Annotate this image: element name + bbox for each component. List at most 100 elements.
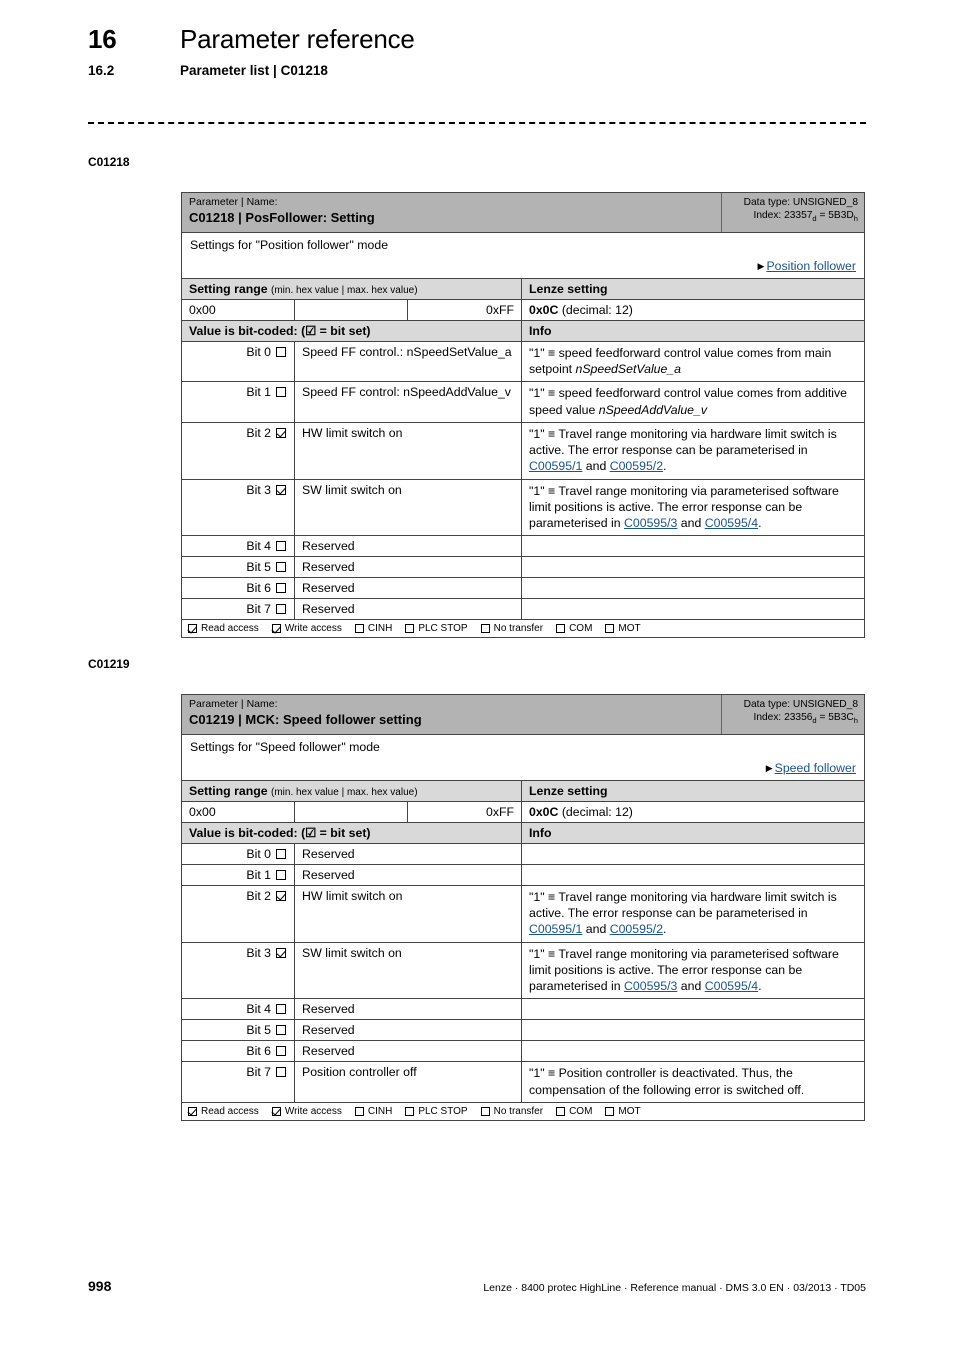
access-flag[interactable]: Write access <box>271 1105 342 1117</box>
bit-number-label: Bit 2 <box>246 889 271 903</box>
bit-checkbox[interactable] <box>276 1004 286 1015</box>
bit-checkbox[interactable] <box>276 849 286 859</box>
access-flag-checkbox[interactable] <box>605 624 615 634</box>
table-title-row: Parameter | Name: C01218 | PosFollower: S… <box>182 193 864 234</box>
parameter-cross-reference-link[interactable]: C00595/3 <box>624 516 677 530</box>
page-number: 998 <box>88 1278 112 1294</box>
bit-number-label: Bit 2 <box>246 425 271 440</box>
access-flag[interactable]: PLC STOP <box>405 623 468 634</box>
bit-description-cell: Reserved <box>295 999 522 1020</box>
setting-range-values-row: 0x00 0xFF 0x0C (decimal: 12) <box>182 802 864 823</box>
bit-coded-note: (☑ = bit set) <box>301 324 371 338</box>
cross-reference-link[interactable]: Position follower <box>766 259 856 273</box>
bit-checkbox[interactable] <box>276 1025 286 1036</box>
data-type-label: Data type: UNSIGNED_8 <box>743 197 858 208</box>
bit-number-cell: Bit 0 <box>182 342 295 382</box>
access-flag[interactable]: MOT <box>605 1105 641 1117</box>
table-row: Bit 5 Reserved <box>182 557 864 579</box>
access-flag-checkbox[interactable] <box>480 1106 490 1116</box>
bit-checkbox[interactable] <box>276 562 286 573</box>
index-label: Index: 23357d = 5B3Dh <box>753 210 859 224</box>
bit-number-label: Bit 0 <box>246 345 271 359</box>
access-flag[interactable]: PLC STOP <box>405 1106 468 1117</box>
bit-checkbox[interactable] <box>276 604 286 615</box>
bit-number-label: Bit 6 <box>246 581 271 596</box>
bit-coded-header-row: Value is bit-coded: (☑ = bit set) Info <box>182 823 864 844</box>
access-flag-checkbox[interactable] <box>405 1106 415 1116</box>
table-row: Bit 7 Reserved <box>182 599 864 621</box>
access-flag[interactable]: COM <box>556 623 592 634</box>
access-flag-checkbox[interactable] <box>556 1106 566 1116</box>
access-flag-checkbox[interactable] <box>480 624 490 634</box>
access-flag[interactable]: COM <box>556 1106 592 1117</box>
bit-description-cell: Speed FF control.: nSpeedSetValue_a <box>295 342 522 382</box>
access-flag-label: COM <box>569 623 593 635</box>
bit-info-cell: "1" ≡ speed feedforward control value co… <box>529 386 848 417</box>
parameter-cross-reference-link[interactable]: C00595/1 <box>529 922 582 936</box>
bit-checkbox[interactable] <box>276 427 286 438</box>
access-flag-checkbox[interactable] <box>188 624 197 634</box>
bit-checkbox[interactable] <box>276 541 286 552</box>
parameter-cross-reference-link[interactable]: C00595/2 <box>610 459 663 473</box>
page-footer: 998 Lenze · 8400 protec HighLine · Refer… <box>88 1278 866 1294</box>
access-flag-checkbox[interactable] <box>354 624 364 634</box>
access-flags-row: Read access Write access CINH PLC STOP No tr… <box>182 620 864 638</box>
bit-checkbox[interactable] <box>276 583 286 594</box>
bit-coded-note: (☑ = bit set) <box>301 826 371 840</box>
bit-checkbox[interactable] <box>276 347 286 357</box>
parameter-code-title: C01218 | PosFollower: Setting <box>189 210 375 226</box>
bit-number-cell: Bit 3 <box>182 942 295 999</box>
bit-checkbox[interactable] <box>276 1046 286 1057</box>
table-row: Bit 1 Speed FF control: nSpeedAddValue_v "… <box>182 382 864 423</box>
lenze-setting-header: Lenze setting <box>529 282 608 296</box>
bit-info-cell: "1" ≡ Travel range monitoring via hardwa… <box>529 890 837 937</box>
access-flag-checkbox[interactable] <box>271 624 281 634</box>
access-flag[interactable]: CINH <box>354 1106 392 1117</box>
parameter-cross-reference-link[interactable]: C00595/3 <box>624 979 677 993</box>
access-flag-label: Read access <box>201 623 259 635</box>
cross-reference-link[interactable]: Speed follower <box>775 761 856 775</box>
bit-description-cell: Reserved <box>295 578 522 599</box>
bit-checkbox[interactable] <box>276 891 286 901</box>
bit-checkbox[interactable] <box>276 947 286 958</box>
bit-checkbox[interactable] <box>276 387 286 398</box>
bit-description-cell: Speed FF control: nSpeedAddValue_v <box>295 382 522 422</box>
parameter-name-cell: Parameter | Name: C01219 | MCK: Speed fol… <box>182 695 722 735</box>
page-header: 16 Parameter reference 16.2 Parameter li… <box>88 24 866 78</box>
bit-number-cell: Bit 7 <box>182 1062 295 1102</box>
bit-description-cell: Reserved <box>295 844 522 864</box>
access-flag[interactable]: Write access <box>271 623 342 634</box>
bit-info-cell <box>522 557 864 577</box>
access-flag-checkbox[interactable] <box>556 624 566 634</box>
parameter-cross-reference-link[interactable]: C00595/4 <box>705 979 758 993</box>
access-flag[interactable]: No transfer <box>480 623 543 634</box>
access-flag[interactable]: MOT <box>605 623 641 634</box>
parameter-cross-reference-link[interactable]: C00595/4 <box>705 516 758 530</box>
bit-number-label: Bit 3 <box>246 945 271 960</box>
bit-checkbox[interactable] <box>276 870 286 880</box>
access-flag[interactable]: Read access <box>188 623 259 634</box>
bit-info-cell <box>522 844 864 864</box>
lenze-setting-hex: 0x0C <box>529 805 559 819</box>
bit-checkbox[interactable] <box>276 484 286 495</box>
access-flag[interactable]: CINH <box>354 623 392 634</box>
access-flag-label: Write access <box>284 1105 342 1117</box>
index-hex-subscript: h <box>853 214 858 224</box>
chapter-number: 16 <box>88 24 117 54</box>
access-flag-checkbox[interactable] <box>605 1106 615 1116</box>
range-min-value: 0x00 <box>182 802 295 822</box>
access-flag-checkbox[interactable] <box>271 1106 281 1116</box>
info-column-header: Info <box>529 324 552 338</box>
access-flag-label: MOT <box>618 1105 641 1117</box>
access-flag-checkbox[interactable] <box>188 1106 197 1116</box>
parameter-cross-reference-link[interactable]: C00595/2 <box>610 922 663 936</box>
lenze-setting-decimal: (decimal: 12) <box>561 303 633 317</box>
parameter-cross-reference-link[interactable]: C00595/1 <box>529 459 582 473</box>
bit-checkbox[interactable] <box>276 1067 286 1078</box>
access-flag[interactable]: Read access <box>188 1106 259 1117</box>
access-flag[interactable]: No transfer <box>480 1106 543 1117</box>
bit-number-label: Bit 4 <box>246 539 271 554</box>
bit-description-cell: Reserved <box>295 536 522 557</box>
access-flag-checkbox[interactable] <box>405 624 415 634</box>
access-flag-checkbox[interactable] <box>354 1106 364 1116</box>
